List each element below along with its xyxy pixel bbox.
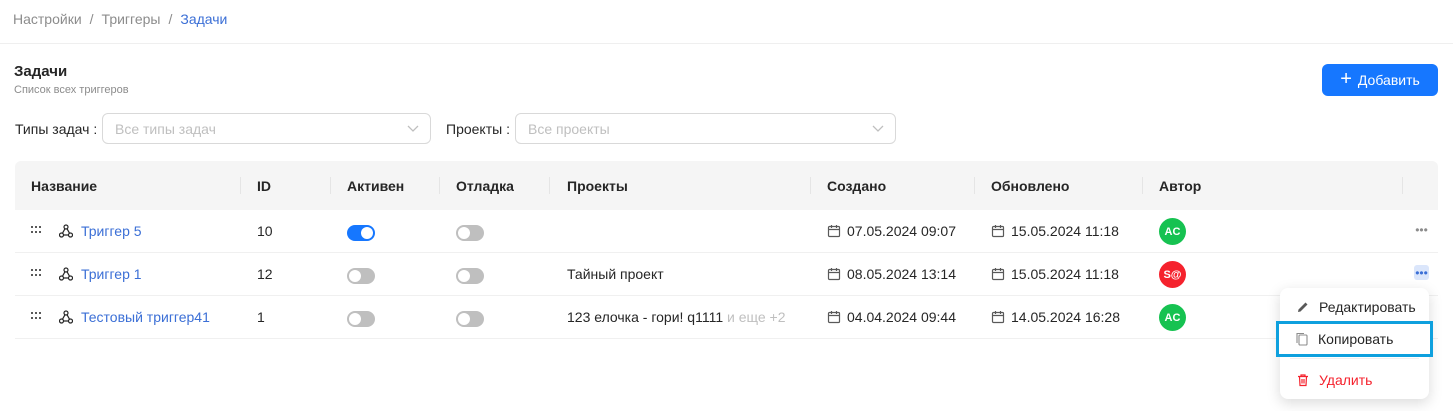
debug-toggle[interactable] bbox=[456, 225, 484, 241]
trigger-icon bbox=[59, 310, 73, 324]
table-row[interactable]: Триггер 5 10 07.05.2024 09:07 15.05.2024… bbox=[15, 210, 1438, 253]
add-button-label: Добавить bbox=[1357, 72, 1420, 88]
breadcrumb-triggers[interactable]: Триггеры bbox=[102, 11, 161, 27]
menu-item-label: Удалить bbox=[1319, 372, 1373, 388]
column-divider bbox=[974, 177, 975, 194]
row-context-menu: Редактировать Копировать Удалить bbox=[1276, 288, 1433, 399]
created-date: 08.05.2024 13:14 bbox=[827, 266, 956, 282]
created-date: 04.04.2024 09:44 bbox=[827, 309, 956, 325]
column-divider bbox=[240, 177, 241, 194]
column-debug[interactable]: Отладка bbox=[456, 178, 514, 194]
table-header: Название ID Активен Отладка Проекты Созд… bbox=[15, 161, 1438, 210]
copy-icon bbox=[1296, 332, 1308, 346]
column-divider bbox=[549, 177, 550, 194]
table-row[interactable]: Триггер 1 12 Тайный проект 08.05.2024 13… bbox=[15, 253, 1438, 296]
menu-item-edit[interactable]: Редактировать bbox=[1280, 292, 1429, 322]
page-title: Задачи bbox=[14, 63, 68, 80]
active-toggle[interactable] bbox=[347, 268, 375, 284]
column-divider bbox=[1402, 177, 1403, 194]
edit-icon bbox=[1298, 302, 1308, 312]
column-id[interactable]: ID bbox=[257, 178, 271, 194]
breadcrumb-separator: / bbox=[89, 11, 94, 27]
calendar-icon bbox=[827, 311, 841, 324]
avatar: S@ bbox=[1159, 261, 1186, 288]
trigger-icon bbox=[59, 267, 73, 281]
trash-icon bbox=[1298, 374, 1308, 387]
drag-handle-icon[interactable] bbox=[31, 268, 43, 278]
task-types-select[interactable]: Все типы задач bbox=[102, 113, 431, 144]
calendar-icon bbox=[827, 268, 841, 281]
chevron-down-icon bbox=[872, 125, 884, 132]
projects-filter-label: Проекты : bbox=[446, 121, 510, 137]
created-date: 07.05.2024 09:07 bbox=[827, 223, 956, 239]
breadcrumb: Настройки / Триггеры / Задачи bbox=[13, 11, 227, 27]
menu-item-delete[interactable]: Удалить bbox=[1280, 365, 1429, 395]
active-toggle[interactable] bbox=[347, 225, 375, 241]
column-divider bbox=[1142, 177, 1143, 194]
trigger-name-link[interactable]: Триггер 1 bbox=[81, 266, 142, 282]
breadcrumb-current: Задачи bbox=[180, 11, 228, 27]
trigger-name-link[interactable]: Триггер 5 bbox=[81, 223, 142, 239]
triggers-table: Название ID Активен Отладка Проекты Созд… bbox=[15, 161, 1438, 339]
column-updated[interactable]: Обновлено bbox=[991, 178, 1069, 194]
trigger-projects: Тайный проект bbox=[567, 266, 664, 282]
avatar: AC bbox=[1159, 218, 1186, 245]
projects-select[interactable]: Все проекты bbox=[515, 113, 896, 144]
column-divider bbox=[810, 177, 811, 194]
table-row[interactable]: Тестовый триггер41 1 123 елочка - гори! … bbox=[15, 296, 1438, 339]
projects-more-link[interactable]: и еще +2 bbox=[727, 309, 786, 325]
menu-item-label: Редактировать bbox=[1319, 299, 1416, 315]
menu-item-copy[interactable]: Копировать bbox=[1276, 321, 1433, 357]
calendar-icon bbox=[991, 311, 1005, 324]
task-types-placeholder: Все типы задач bbox=[115, 120, 216, 137]
calendar-icon bbox=[991, 268, 1005, 281]
column-active[interactable]: Активен bbox=[347, 178, 404, 194]
column-author[interactable]: Автор bbox=[1159, 178, 1201, 194]
active-toggle[interactable] bbox=[347, 311, 375, 327]
more-actions-button[interactable]: ••• bbox=[1414, 265, 1429, 280]
page-subtitle: Список всех триггеров bbox=[14, 84, 129, 96]
breadcrumb-separator: / bbox=[168, 11, 173, 27]
trigger-id: 12 bbox=[257, 266, 273, 282]
add-button[interactable]: + Добавить bbox=[1322, 64, 1438, 96]
updated-date: 14.05.2024 16:28 bbox=[991, 309, 1120, 325]
breadcrumb-settings[interactable]: Настройки bbox=[13, 11, 82, 27]
column-projects[interactable]: Проекты bbox=[567, 178, 628, 194]
trigger-name-link[interactable]: Тестовый триггер41 bbox=[81, 309, 210, 325]
chevron-down-icon bbox=[407, 125, 419, 132]
projects-placeholder: Все проекты bbox=[528, 120, 610, 137]
trigger-projects: 123 елочка - гори! q1111 и еще +2 bbox=[567, 309, 786, 325]
trigger-id: 1 bbox=[257, 309, 265, 325]
debug-toggle[interactable] bbox=[456, 268, 484, 284]
task-types-label: Типы задач : bbox=[15, 121, 98, 137]
header-divider bbox=[0, 43, 1453, 44]
menu-item-label: Копировать bbox=[1318, 331, 1394, 347]
column-divider bbox=[330, 177, 331, 194]
updated-date: 15.05.2024 11:18 bbox=[991, 223, 1119, 239]
calendar-icon bbox=[827, 225, 841, 238]
trigger-icon bbox=[59, 224, 73, 238]
column-created[interactable]: Создано bbox=[827, 178, 886, 194]
calendar-icon bbox=[991, 225, 1005, 238]
menu-divider bbox=[1290, 358, 1419, 359]
more-actions-button[interactable]: ••• bbox=[1414, 222, 1429, 237]
trigger-id: 10 bbox=[257, 223, 273, 239]
drag-handle-icon[interactable] bbox=[31, 311, 43, 321]
column-name[interactable]: Название bbox=[31, 178, 97, 194]
updated-date: 15.05.2024 11:18 bbox=[991, 266, 1119, 282]
column-divider bbox=[439, 177, 440, 194]
debug-toggle[interactable] bbox=[456, 311, 484, 327]
avatar: AC bbox=[1159, 304, 1186, 331]
drag-handle-icon[interactable] bbox=[31, 225, 43, 235]
plus-icon: + bbox=[1340, 68, 1352, 90]
